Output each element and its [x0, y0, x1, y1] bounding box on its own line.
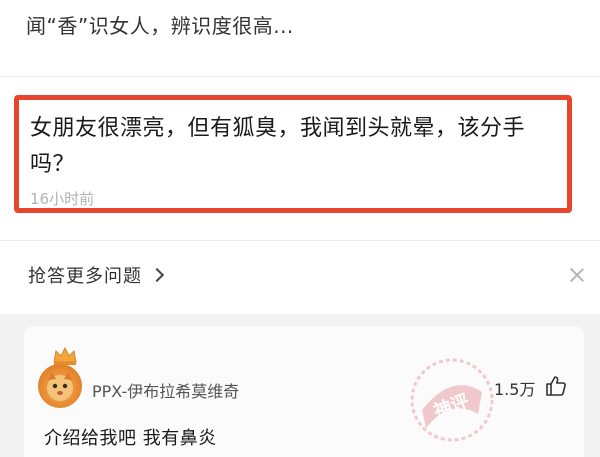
top-comment: 神评 PPX-伊布拉希莫维奇 1.5万 介绍给我吧 我有鼻炎	[24, 326, 584, 457]
avatar[interactable]	[38, 364, 82, 408]
crown-icon	[53, 346, 77, 365]
previous-question-title[interactable]: 闻“香”识女人，辨识度很高...	[26, 10, 294, 39]
comment-text: 介绍给我吧 我有鼻炎	[44, 428, 217, 449]
close-icon[interactable]	[568, 266, 586, 284]
more-questions-label: 抢答更多问题	[28, 266, 142, 287]
comment-username[interactable]: PPX-伊布拉希莫维奇	[92, 378, 239, 402]
thumb-up-icon[interactable]	[544, 374, 568, 398]
more-questions-link[interactable]: 抢答更多问题	[28, 262, 165, 288]
divider	[0, 76, 600, 77]
stamp-icon: 神评	[410, 358, 494, 442]
question-time: 16小时前	[30, 190, 95, 208]
feed-page: 闻“香”识女人，辨识度很高... 女朋友很漂亮，但有狐臭，我闻到头就晕，该分手吗…	[0, 0, 600, 457]
divider	[0, 240, 600, 241]
like-count: 1.5万	[494, 380, 536, 399]
more-questions-row: 抢答更多问题	[0, 258, 600, 294]
highlighted-question[interactable]: 女朋友很漂亮，但有狐臭，我闻到头就晕，该分手吗？ 16小时前	[14, 95, 572, 213]
chevron-right-icon	[149, 267, 165, 283]
question-card: 闻“香”识女人，辨识度很高... 女朋友很漂亮，但有狐臭，我闻到头就晕，该分手吗…	[0, 0, 600, 314]
question-title[interactable]: 女朋友很漂亮，但有狐臭，我闻到头就晕，该分手吗？	[30, 111, 562, 183]
